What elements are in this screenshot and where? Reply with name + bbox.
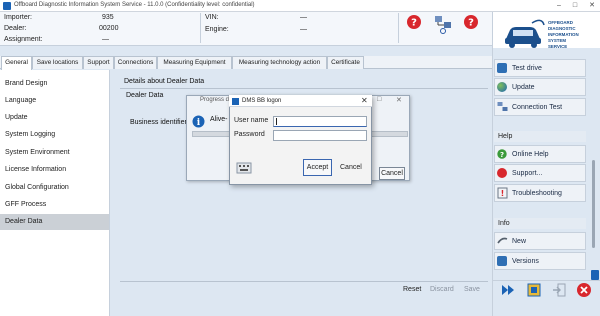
connection-test-icon bbox=[497, 102, 508, 111]
tab-certificate[interactable]: Certificate bbox=[327, 56, 364, 69]
tab-save-locations[interactable]: Save locations bbox=[32, 56, 83, 69]
toolbar-divider bbox=[492, 280, 600, 281]
logo-text: OFFBOARD DIAGNOSTIC INFORMATION SYSTEM S… bbox=[548, 20, 600, 50]
window-title: Offboard Diagnostic Information System S… bbox=[14, 2, 255, 8]
car-stethoscope-logo-icon bbox=[505, 19, 545, 48]
sidebar-scrollbar[interactable] bbox=[592, 160, 595, 248]
importer-label: Importer: bbox=[4, 14, 33, 21]
tab-support[interactable]: Support bbox=[83, 56, 114, 69]
nav-item-gff-process[interactable]: GFF Process bbox=[0, 197, 109, 213]
discard-button[interactable]: Discard bbox=[430, 286, 454, 293]
assignment-label: Assignment: bbox=[4, 36, 43, 43]
versions-button[interactable]: Versions bbox=[494, 252, 586, 270]
accept-button[interactable]: Accept bbox=[303, 159, 332, 176]
progress-close-icon[interactable]: ✕ bbox=[396, 96, 402, 104]
close-window-button[interactable]: ✕ bbox=[585, 1, 599, 11]
section-divider bbox=[120, 88, 488, 89]
progress-maximize-icon[interactable]: □ bbox=[377, 96, 381, 103]
username-label: User name bbox=[234, 117, 269, 124]
keyboard-icon[interactable] bbox=[236, 162, 252, 174]
online-help-button[interactable]: Online Help bbox=[494, 145, 586, 163]
update-label: Update bbox=[512, 84, 535, 91]
password-input[interactable] bbox=[273, 130, 367, 141]
grid-icon[interactable] bbox=[526, 282, 542, 298]
dealer-value: 00200 bbox=[99, 25, 119, 32]
business-identifier-label: Business identifier bbox=[130, 119, 187, 126]
new-icon bbox=[497, 237, 508, 244]
svg-text:?: ? bbox=[468, 18, 474, 29]
maximize-button[interactable]: □ bbox=[568, 1, 582, 11]
network-connection-icon[interactable] bbox=[434, 14, 452, 34]
dealer-label: Dealer: bbox=[4, 25, 27, 32]
online-help-label: Online Help bbox=[512, 151, 549, 158]
vin-value: — bbox=[300, 14, 307, 21]
side-toggle-icon[interactable] bbox=[591, 270, 599, 280]
svg-text:!: ! bbox=[501, 189, 505, 198]
username-input[interactable] bbox=[273, 116, 367, 127]
importer-value: 935 bbox=[102, 14, 114, 21]
svg-text:i: i bbox=[197, 118, 201, 128]
nav-item-license-information[interactable]: License Information bbox=[0, 162, 109, 178]
header-divider bbox=[200, 13, 201, 43]
progress-message: Alive- bbox=[210, 116, 228, 123]
progress-cancel-button[interactable]: Cancel bbox=[379, 167, 405, 180]
info-section-header: Info bbox=[494, 218, 586, 229]
support-label: Support... bbox=[512, 170, 543, 177]
engine-value: — bbox=[300, 26, 307, 33]
nav-item-update[interactable]: Update bbox=[0, 110, 109, 126]
globe-icon bbox=[497, 82, 507, 92]
diagnostic-help-icon[interactable]: ? bbox=[406, 14, 422, 30]
logon-dialog-title: DMS BB logon bbox=[242, 98, 282, 104]
help-section-header: Help bbox=[494, 131, 586, 142]
nav-item-system-environment[interactable]: System Environment bbox=[0, 145, 109, 161]
logon-close-icon[interactable]: ✕ bbox=[361, 96, 368, 105]
engine-label: Engine: bbox=[205, 26, 229, 33]
tab-measuring-technology-action[interactable]: Measuring technology action bbox=[232, 56, 327, 69]
help-question-icon[interactable]: ? bbox=[463, 14, 479, 30]
troubleshooting-label: Troubleshooting bbox=[512, 190, 562, 197]
online-help-icon: ? bbox=[497, 149, 507, 159]
nav-item-brand-design[interactable]: Brand Design bbox=[0, 76, 109, 92]
subsection-title: Dealer Data bbox=[126, 92, 164, 99]
assignment-value: — bbox=[102, 36, 109, 43]
footer-divider bbox=[120, 281, 488, 282]
minimize-button[interactable]: – bbox=[552, 1, 566, 11]
header-divider bbox=[398, 13, 399, 43]
forward-icon[interactable] bbox=[500, 282, 516, 298]
new-label: New bbox=[512, 238, 527, 245]
close-app-icon[interactable] bbox=[576, 282, 592, 298]
tab-general[interactable]: General bbox=[1, 56, 32, 70]
svg-text:?: ? bbox=[411, 18, 417, 29]
test-drive-button[interactable]: Test drive bbox=[494, 59, 586, 77]
tab-connections[interactable]: Connections bbox=[114, 56, 157, 69]
svg-text:?: ? bbox=[500, 151, 504, 159]
troubleshooting-icon: ! bbox=[497, 187, 508, 199]
exit-icon[interactable] bbox=[551, 282, 567, 298]
nav-item-global-configuration[interactable]: Global Configuration bbox=[0, 180, 109, 196]
car-icon bbox=[497, 63, 507, 73]
support-icon bbox=[497, 168, 507, 178]
versions-icon bbox=[497, 256, 507, 266]
logon-app-icon bbox=[232, 98, 239, 105]
nav-item-language[interactable]: Language bbox=[0, 93, 109, 109]
app-icon bbox=[3, 2, 11, 10]
nav-item-dealer-data[interactable]: Dealer Data bbox=[0, 214, 109, 230]
tab-measuring-equipment[interactable]: Measuring Equipment bbox=[157, 56, 232, 69]
reset-button[interactable]: Reset bbox=[403, 286, 421, 293]
text-cursor bbox=[276, 118, 277, 125]
support-button[interactable]: Support... bbox=[494, 164, 586, 182]
nav-item-system-logging[interactable]: System Logging bbox=[0, 127, 109, 143]
vin-label: VIN: bbox=[205, 14, 219, 21]
update-button[interactable]: Update bbox=[494, 78, 586, 96]
test-drive-label: Test drive bbox=[512, 65, 542, 72]
versions-label: Versions bbox=[512, 258, 539, 265]
password-label: Password bbox=[234, 131, 265, 138]
logon-cancel-button[interactable]: Cancel bbox=[340, 164, 362, 171]
save-button[interactable]: Save bbox=[464, 286, 480, 293]
info-icon: i bbox=[192, 115, 205, 128]
connection-test-label: Connection Test bbox=[512, 104, 563, 111]
section-title: Details about Dealer Data bbox=[124, 78, 205, 85]
